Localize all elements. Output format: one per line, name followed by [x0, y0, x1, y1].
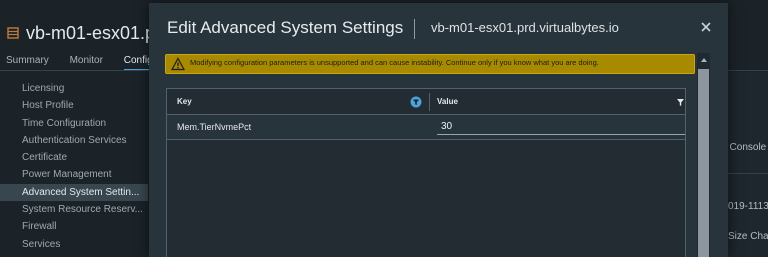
close-icon[interactable]	[696, 17, 716, 37]
sidebar-item-system-resource-reservation[interactable]: System Resource Reserv...	[0, 201, 148, 218]
sidebar-item-power-management[interactable]: Power Management	[0, 166, 148, 183]
sidebar-item-host-profile[interactable]: Host Profile	[0, 97, 148, 114]
setting-value[interactable]: 30	[441, 121, 452, 132]
background-text-console: t Console	[724, 142, 767, 153]
sidebar-item-authentication-services[interactable]: Authentication Services	[0, 132, 148, 149]
tab-summary[interactable]: Summary	[6, 55, 49, 66]
column-divider[interactable]	[429, 93, 430, 111]
table-row[interactable]: Mem.TierNvmePct 30	[167, 115, 685, 140]
scrollbar-thumb[interactable]	[698, 69, 709, 257]
scroll-up-arrow-icon[interactable]	[700, 56, 708, 64]
sidebar-item-licensing[interactable]: Licensing	[0, 80, 148, 97]
sidebar-item-firewall[interactable]: Firewall	[0, 218, 148, 235]
sidebar-item-advanced-system-settings[interactable]: Advanced System Settin...	[0, 183, 148, 202]
tab-monitor[interactable]: Monitor	[70, 55, 103, 66]
column-header-key[interactable]: Key	[177, 97, 192, 106]
warning-icon	[171, 57, 185, 71]
title-separator	[414, 19, 415, 39]
grid-header: Key Value	[167, 89, 685, 115]
settings-sidebar: Licensing Host Profile Time Configuratio…	[0, 80, 148, 253]
setting-key: Mem.TierNvmePct	[177, 122, 252, 132]
sidebar-item-services[interactable]: Services	[0, 236, 148, 253]
host-icon	[7, 27, 19, 39]
column-header-value[interactable]: Value	[437, 97, 458, 106]
warning-banner: Modifying configuration parameters is un…	[165, 54, 695, 74]
background-text-size: Size Chan	[728, 231, 768, 242]
setting-value-input[interactable]: 30	[437, 119, 685, 135]
settings-grid: Key Value Mem.TierNvmePct 30	[166, 88, 686, 257]
sidebar-item-time-configuration[interactable]: Time Configuration	[0, 115, 148, 132]
value-filter-icon[interactable]	[676, 98, 685, 107]
dialog-subtitle: vb-m01-esx01.prd.virtualbytes.io	[431, 20, 619, 35]
sidebar-item-certificate[interactable]: Certificate	[0, 149, 148, 166]
warning-text: Modifying configuration parameters is un…	[190, 58, 599, 67]
background-content-panel	[728, 72, 768, 257]
background-divider	[728, 173, 768, 174]
dialog-title: Edit Advanced System Settings	[167, 18, 404, 37]
background-text-build: 019-11135)	[728, 201, 768, 212]
key-filter-icon[interactable]	[410, 96, 422, 108]
edit-advanced-settings-dialog: Edit Advanced System Settings vb-m01-esx…	[149, 3, 728, 257]
